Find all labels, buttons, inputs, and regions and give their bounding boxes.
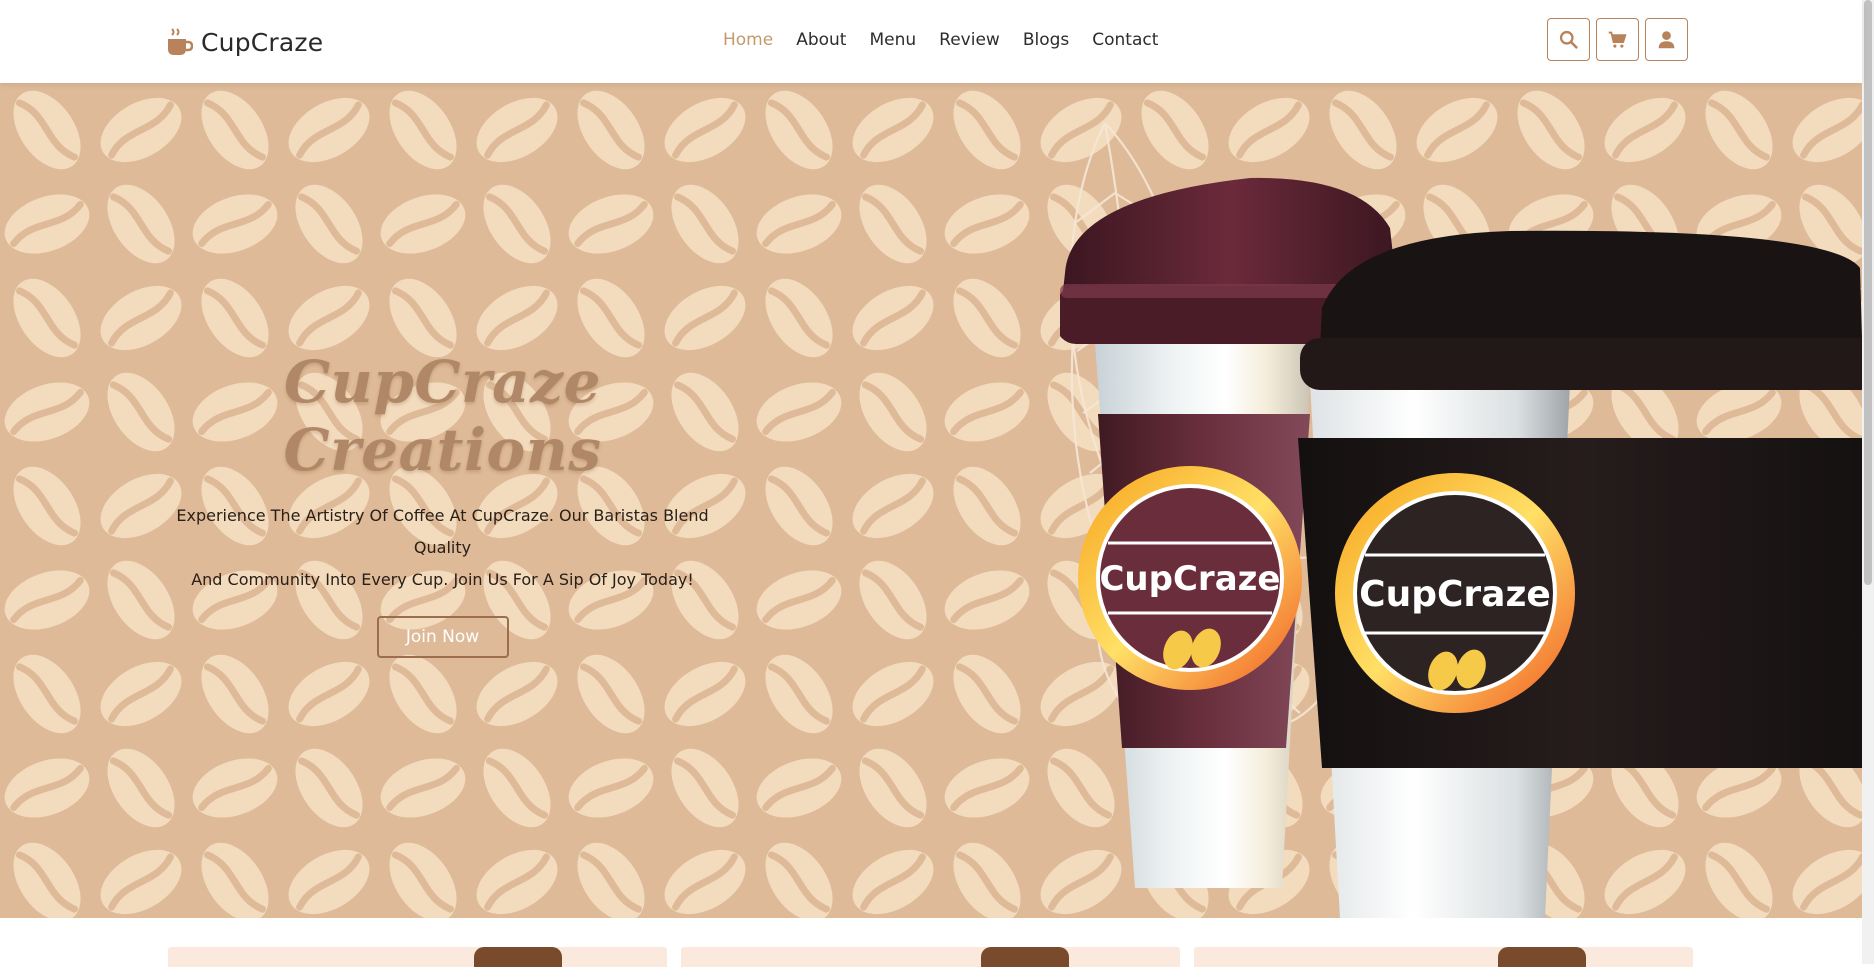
cup-brand-text-2: CupCraze xyxy=(1359,574,1551,615)
hero-content: CupCraze Creations Experience The Artist… xyxy=(160,348,725,658)
nav-review[interactable]: Review xyxy=(939,30,1000,50)
nav-blogs[interactable]: Blogs xyxy=(1023,30,1069,50)
cart-icon xyxy=(1608,31,1627,48)
coffee-cup-icon xyxy=(168,28,193,55)
scrollbar-thumb[interactable] xyxy=(1864,0,1872,585)
search-button[interactable] xyxy=(1547,18,1590,61)
nav-about[interactable]: About xyxy=(796,30,846,50)
header-actions xyxy=(1547,18,1688,61)
product-image xyxy=(981,947,1069,967)
cup-brand-text-1: CupCraze xyxy=(1099,559,1280,599)
menu-card[interactable] xyxy=(168,947,667,967)
page-scrollbar[interactable] xyxy=(1862,0,1874,964)
menu-card[interactable] xyxy=(1194,947,1693,967)
join-now-button[interactable]: Join Now xyxy=(376,616,509,658)
nav-menu[interactable]: Menu xyxy=(869,30,916,50)
cup-badge-black: CupCraze xyxy=(1335,473,1575,713)
nav-contact[interactable]: Contact xyxy=(1092,30,1158,50)
hero-description-line-1: Experience The Artistry Of Coffee At Cup… xyxy=(176,506,709,557)
nav-home[interactable]: Home xyxy=(723,30,773,50)
menu-cards-section xyxy=(0,918,1862,967)
hero-description-line-2: And Community Into Every Cup. Join Us Fo… xyxy=(191,570,694,589)
hero-section: CupCraze CupCraze CupCraze Creations Exp… xyxy=(0,83,1862,918)
search-icon xyxy=(1559,30,1578,49)
coffee-cups-illustration: CupCraze CupCraze xyxy=(1060,177,1862,918)
cart-button[interactable] xyxy=(1596,18,1639,61)
brand-name: CupCraze xyxy=(201,27,324,57)
product-image xyxy=(474,947,562,967)
user-icon xyxy=(1658,31,1675,49)
cup-badge-maroon: CupCraze xyxy=(1078,466,1302,690)
hero-title: CupCraze Creations xyxy=(283,348,602,484)
menu-card[interactable] xyxy=(681,947,1180,967)
main-nav: Home About Menu Review Blogs Contact xyxy=(723,30,1158,50)
hero-description: Experience The Artistry Of Coffee At Cup… xyxy=(160,500,725,596)
brand-logo[interactable]: CupCraze xyxy=(165,24,323,60)
site-header: CupCraze Home About Menu Review Blogs Co… xyxy=(0,0,1862,83)
product-image xyxy=(1498,947,1586,967)
user-button[interactable] xyxy=(1645,18,1688,61)
